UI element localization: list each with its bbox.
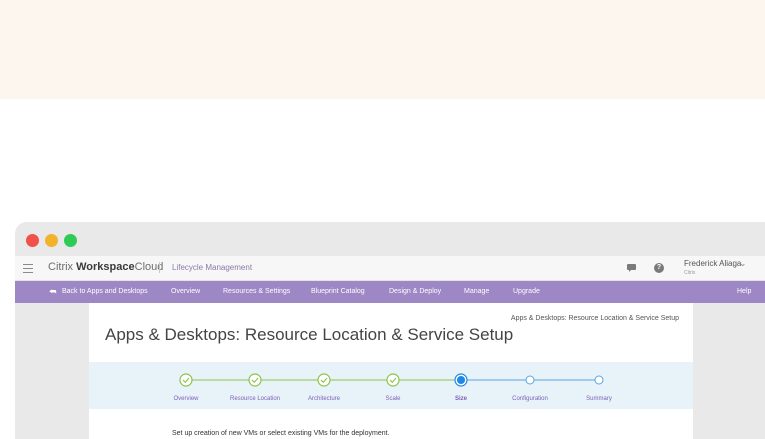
wizard-panel: Apps & Desktops: Resource Location & Ser…	[89, 303, 693, 439]
nav-back-to-apps[interactable]: Back to Apps and Desktops	[62, 288, 148, 295]
step-label: Overview	[173, 396, 199, 402]
app-subtitle[interactable]: Lifecycle Management	[172, 263, 252, 272]
nav-item-overview[interactable]: Overview	[171, 288, 200, 295]
step-complete-circle	[179, 373, 193, 387]
step-label: Size	[455, 396, 468, 402]
step-current-dot	[457, 376, 465, 384]
menu-icon[interactable]	[23, 264, 33, 273]
nav-item-manage[interactable]: Manage	[464, 288, 489, 295]
step-complete-circle	[248, 373, 262, 387]
chat-icon[interactable]	[627, 264, 636, 272]
step-complete-circle	[386, 373, 400, 387]
minimize-window-button[interactable]	[45, 234, 58, 247]
step-label: Configuration	[512, 396, 548, 402]
step-complete-circle	[317, 373, 331, 387]
step-pending-circle	[525, 375, 535, 385]
step-size[interactable]: Size	[454, 373, 468, 402]
browser-window: Citrix WorkspaceCloud Lifecycle Manageme…	[15, 222, 765, 439]
zoom-window-button[interactable]	[64, 234, 77, 247]
brand-prefix: Citrix	[48, 261, 74, 273]
window-titlebar	[15, 222, 765, 256]
step-overview[interactable]: Overview	[173, 373, 199, 402]
top-banner-background	[0, 0, 765, 99]
close-window-button[interactable]	[26, 234, 39, 247]
step-label: Scale	[385, 396, 401, 402]
wizard-stepper: Overview Resource Location Architecture …	[89, 362, 693, 409]
nav-item-blueprint-catalog[interactable]: Blueprint Catalog	[311, 288, 365, 295]
step-pending-circle	[594, 375, 604, 385]
app-header: Citrix WorkspaceCloud Lifecycle Manageme…	[15, 256, 765, 281]
brand-bold: Workspace	[76, 261, 135, 273]
product-logo[interactable]: Citrix WorkspaceCloud	[48, 261, 163, 273]
step-label: Resource Location	[230, 396, 280, 402]
header-divider	[159, 262, 160, 273]
nav-item-upgrade[interactable]: Upgrade	[513, 288, 540, 295]
nav-item-design-deploy[interactable]: Design & Deploy	[389, 288, 441, 295]
user-name[interactable]: Frederick Aliaga	[684, 259, 741, 268]
step-label: Architecture	[308, 396, 341, 402]
main-nav: ⮪ Back to Apps and Desktops Overview Res…	[15, 281, 765, 303]
nav-item-help[interactable]: Help	[737, 288, 751, 295]
step-resource-location[interactable]: Resource Location	[230, 373, 280, 402]
user-org: Citrix	[684, 270, 696, 276]
step-scale[interactable]: Scale	[385, 373, 401, 402]
breadcrumb: Apps & Desktops: Resource Location & Ser…	[510, 315, 679, 322]
step-architecture[interactable]: Architecture	[308, 373, 341, 402]
stepper-graphic: Overview Resource Location Architecture …	[173, 373, 612, 402]
chevron-down-icon[interactable]: ⌄	[739, 258, 747, 269]
back-arrow-icon[interactable]: ⮪	[49, 287, 56, 297]
nav-item-resources-settings[interactable]: Resources & Settings	[223, 288, 290, 295]
step-label: Summary	[586, 396, 612, 402]
instruction-text: Set up creation of new VMs or select exi…	[172, 430, 390, 437]
help-icon[interactable]: ?	[654, 263, 664, 273]
page-title: Apps & Desktops: Resource Location & Ser…	[105, 325, 514, 344]
